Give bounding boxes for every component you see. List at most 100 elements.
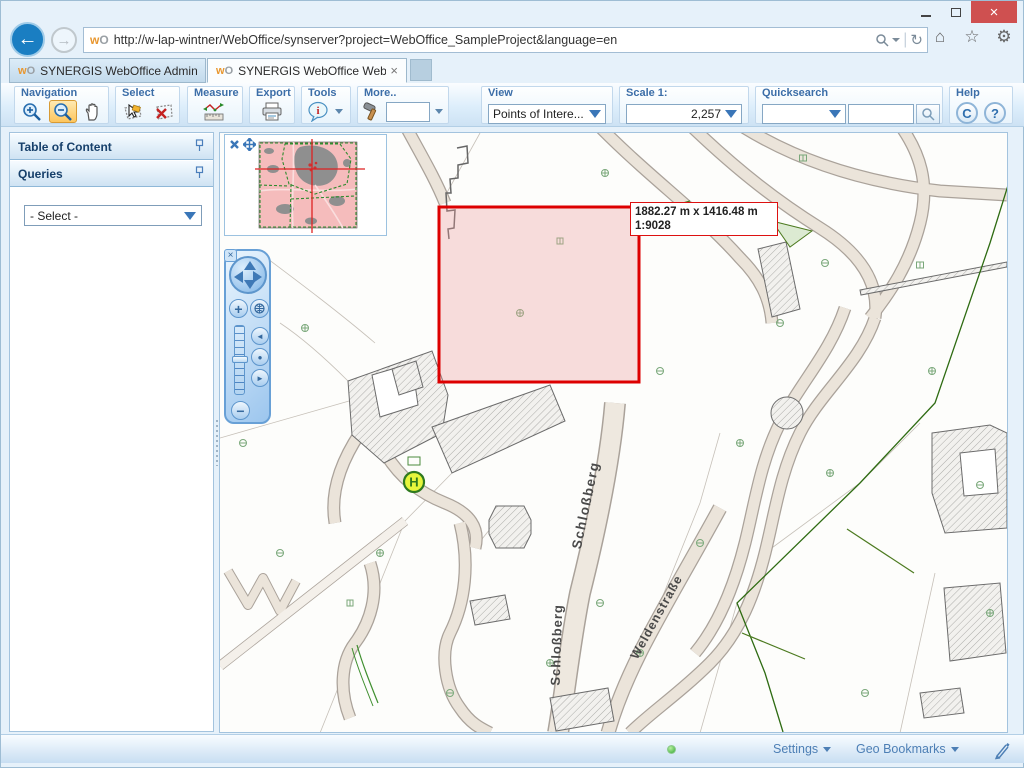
group-label-help: Help (956, 87, 980, 99)
next-extent-button[interactable]: ► (251, 369, 269, 387)
forward-button[interactable]: → (51, 27, 77, 53)
geo-bookmarks-menu[interactable]: Geo Bookmarks (856, 742, 959, 756)
group-label-tools: Tools (308, 87, 337, 99)
zoom-in-tool-button[interactable] (18, 100, 46, 123)
tab-favicon: wO (216, 65, 233, 77)
settings-gear-icon[interactable]: ⚙ (993, 27, 1015, 47)
info-tool-button[interactable]: i (304, 100, 332, 123)
maximize-button[interactable] (941, 1, 971, 23)
overview-move-icon[interactable] (242, 137, 256, 151)
settings-label: Settings (773, 742, 818, 756)
print-tool-button[interactable] (258, 100, 286, 123)
redline-pen-icon[interactable] (993, 740, 1013, 763)
query-select-dropdown[interactable]: - Select - (24, 205, 202, 226)
more-tools-combobox[interactable] (386, 102, 430, 122)
zoom-out-tool-button[interactable] (49, 100, 77, 123)
zoom-in-button[interactable]: + (229, 299, 248, 318)
url-text[interactable]: http://w-lap-wintner/WebOffice/synserver… (114, 33, 876, 47)
more-dropdown-button[interactable] (432, 100, 446, 123)
map-viewport[interactable]: Schloßberg Schloßberg Weldenstraße H 188… (219, 132, 1008, 733)
toolbar-group-more: More.. (357, 86, 449, 124)
search-options-caret-icon[interactable] (892, 38, 900, 42)
panel-title: Queries (18, 167, 63, 181)
pan-hand-icon (83, 102, 103, 122)
select-polygon-icon (121, 102, 143, 122)
chevron-down-icon (435, 109, 443, 114)
quicksearch-button[interactable] (916, 104, 940, 124)
group-label-view: View (488, 87, 513, 99)
close-button[interactable]: × (971, 1, 1017, 23)
pan-tool-button[interactable] (79, 100, 107, 123)
svg-text:i: i (316, 105, 319, 117)
center-map-button[interactable]: ● (251, 348, 269, 366)
zoom-out-button[interactable]: − (231, 401, 250, 420)
help-button[interactable]: ? (984, 102, 1006, 124)
minimize-button[interactable] (911, 1, 941, 23)
group-label-more: More.. (364, 87, 396, 99)
group-label-navigation: Navigation (21, 87, 77, 99)
scale-dropdown-value: 2,257 (631, 107, 721, 121)
query-select-value: - Select - (30, 209, 180, 223)
zoom-in-icon (22, 102, 42, 122)
full-extent-button[interactable] (250, 299, 269, 318)
overview-map-panel (224, 134, 387, 236)
zoom-slider[interactable] (234, 325, 245, 395)
pan-up-arrow-icon[interactable] (244, 261, 256, 270)
map-navigation-widget: × + ◄ ● ► − (224, 249, 271, 424)
tab-weboffice-administration[interactable]: wO SYNERGIS WebOffice Administ... (9, 58, 206, 83)
connection-status-icon (667, 745, 676, 754)
forward-arrow-icon: → (57, 32, 72, 49)
favorites-icon[interactable]: ☆ (961, 27, 983, 47)
toolbar-group-export: Export (249, 86, 295, 124)
previous-extent-button[interactable]: ◄ (251, 327, 269, 345)
group-label-quicksearch: Quicksearch (762, 87, 828, 99)
refresh-icon[interactable]: ↻ (910, 31, 923, 49)
pin-icon[interactable] (194, 166, 205, 182)
tab-favicon: wO (18, 65, 35, 77)
chevron-down-icon (589, 110, 601, 118)
tab-weboffice-client[interactable]: wO SYNERGIS WebOffice WebO... × (207, 58, 407, 83)
back-button[interactable]: ← (10, 22, 45, 57)
panel-header-queries[interactable]: Queries (10, 160, 213, 187)
clear-selection-tool-button[interactable] (149, 100, 177, 123)
tooltip-dimensions: 1882.27 m x 1416.48 m (635, 205, 773, 219)
toolbar: Navigation Select Measure (1, 83, 1024, 127)
contact-button[interactable]: C (956, 102, 978, 124)
selection-rectangle[interactable] (439, 207, 639, 382)
bus-stop-marker: H (404, 457, 424, 492)
chevron-down-icon (184, 212, 196, 220)
new-tab-stub[interactable] (410, 59, 432, 81)
pan-right-arrow-icon[interactable] (253, 271, 262, 283)
maximize-icon (951, 8, 961, 17)
settings-menu[interactable]: Settings (773, 742, 831, 756)
search-icon (921, 107, 935, 121)
pan-compass[interactable] (229, 256, 267, 294)
pan-left-arrow-icon[interactable] (234, 271, 243, 283)
view-dropdown[interactable]: Points of Intere... (488, 104, 606, 124)
zoom-slider-handle[interactable] (232, 356, 248, 363)
hammer-icon (361, 101, 383, 122)
quicksearch-input[interactable] (848, 104, 914, 124)
measure-tooltip: 1882.27 m x 1416.48 m 1:9028 (630, 202, 778, 236)
panel-header-table-of-content[interactable]: Table of Content (10, 133, 213, 160)
tools-dropdown-button[interactable] (332, 100, 346, 123)
search-icon[interactable] (875, 33, 889, 47)
home-icon[interactable]: ⌂ (929, 27, 951, 47)
pin-icon[interactable] (194, 139, 205, 155)
overview-close-icon[interactable] (227, 137, 241, 151)
street-label-weldenstrasse: Weldenstraße (628, 573, 686, 662)
measure-tool-button[interactable] (200, 100, 228, 123)
group-label-export: Export (256, 87, 291, 99)
chevron-down-icon (829, 110, 841, 118)
street-label-schlossberg-lower: Schloßberg (548, 604, 566, 686)
overview-map-image[interactable] (255, 139, 383, 233)
scale-dropdown[interactable]: 2,257 (626, 104, 742, 124)
more-tools-button[interactable] (358, 100, 386, 123)
tab-close-icon[interactable]: × (390, 63, 398, 78)
tab-label: SYNERGIS WebOffice Administ... (40, 64, 197, 78)
chevron-down-icon (823, 747, 831, 752)
view-dropdown-value: Points of Intere... (493, 107, 585, 121)
quicksearch-dropdown[interactable] (762, 104, 846, 124)
select-tool-button[interactable] (118, 100, 146, 123)
address-bar[interactable]: wO http://w-lap-wintner/WebOffice/synser… (83, 27, 928, 53)
